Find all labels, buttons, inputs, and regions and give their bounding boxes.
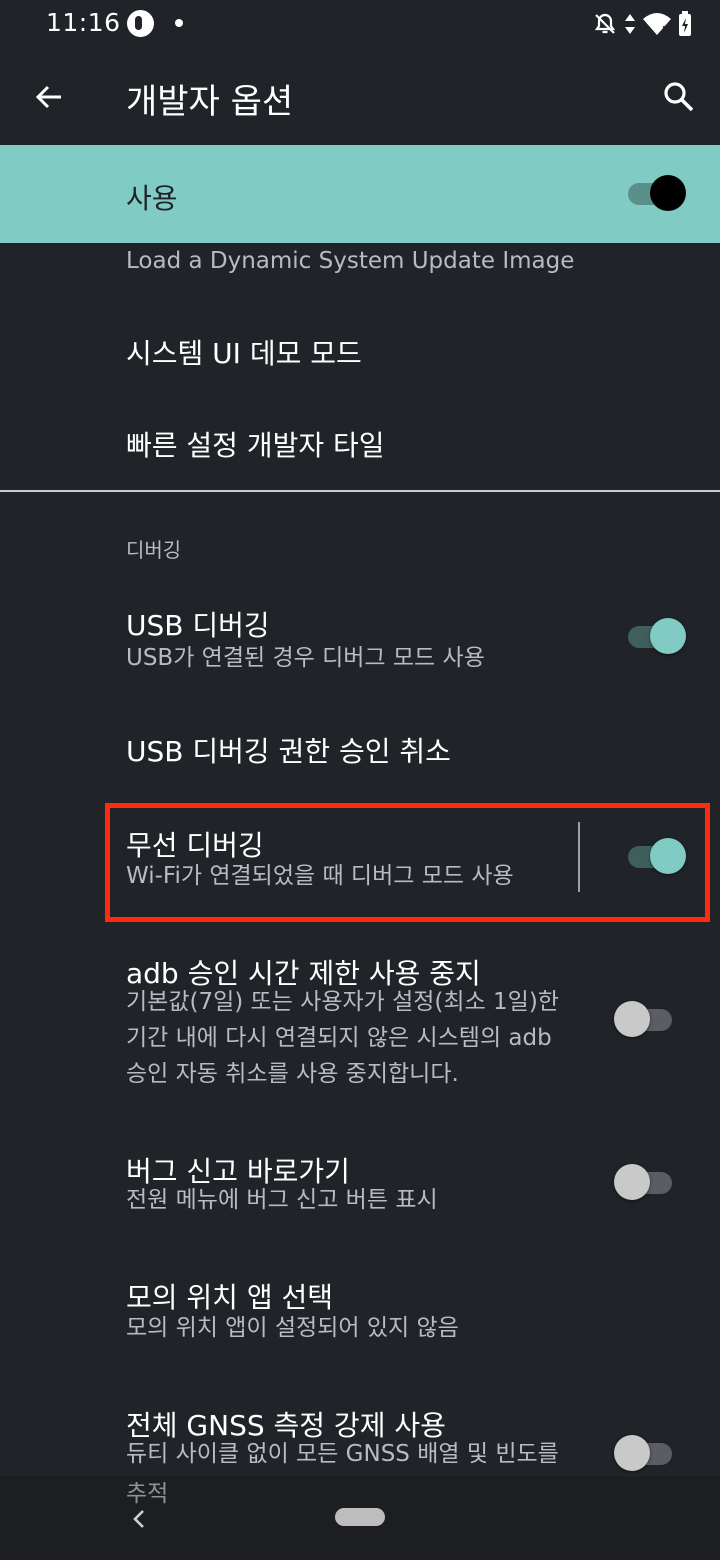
item-subtitle-line-3: 승인 자동 취소를 사용 중지합니다. (126, 1061, 459, 1087)
wireless-debugging-toggle[interactable] (626, 838, 688, 876)
item-subtitle: 모의 위치 앱이 설정되어 있지 않음 (126, 1315, 459, 1341)
toggle-thumb (650, 838, 686, 874)
adb-timeout-toggle[interactable] (614, 1001, 676, 1039)
master-switch-label: 사용 (126, 182, 178, 215)
list-item-mock-location-app[interactable]: 모의 위치 앱 선택 모의 위치 앱이 설정되어 있지 않음 (0, 1266, 720, 1366)
list-item-force-full-gnss[interactable]: 전체 GNSS 측정 강제 사용 듀티 사이클 없이 모든 GNSS 배열 및 … (0, 1392, 720, 1476)
status-icons: 5 (592, 10, 692, 38)
item-subtitle: USB가 연결된 경우 디버그 모드 사용 (126, 645, 485, 671)
arrow-back-icon (35, 85, 61, 109)
item-subtitle-peek: 추적 (126, 1481, 169, 1507)
list-item-dsu-loader[interactable]: Load a Dynamic System Update Image (0, 243, 720, 283)
item-subtitle-line-2: 기간 내에 다시 연결되지 않은 시스템의 adb (126, 1025, 552, 1051)
navigation-bar (0, 1476, 720, 1560)
list-item-revoke-usb-debugging[interactable]: USB 디버깅 권한 승인 취소 (0, 700, 720, 796)
list-item-adb-authorization-timeout[interactable]: adb 승인 시간 제한 사용 중지 기본값(7일) 또는 사용자가 설정(최소… (0, 940, 720, 1100)
section-header-debugging: 디버깅 (126, 538, 182, 562)
developer-options-master-switch-bar[interactable]: 사용 (0, 145, 720, 243)
home-pill-icon[interactable] (335, 1508, 385, 1526)
wifi-icon: 5 (643, 13, 671, 36)
list-item-wireless-debugging[interactable]: 무선 디버깅 Wi-Fi가 연결되었을 때 디버그 모드 사용 (0, 810, 720, 908)
list-item-system-ui-demo-mode[interactable]: 시스템 UI 데모 모드 (0, 300, 720, 396)
screen: 11:16 5 개발자 옵션 사용 Load a Dynamic System … (0, 0, 720, 1560)
list-item-quick-settings-tiles[interactable]: 빠른 설정 개발자 타일 (0, 396, 720, 488)
item-subtitle: Wi-Fi가 연결되었을 때 디버그 모드 사용 (126, 863, 514, 889)
item-subtitle: Load a Dynamic System Update Image (126, 248, 575, 274)
item-title: 빠른 설정 개발자 타일 (126, 429, 385, 462)
app-notification-icon (127, 10, 154, 37)
vertical-separator (578, 822, 580, 892)
dot-icon (175, 19, 183, 27)
item-subtitle-line-1: 기본값(7일) 또는 사용자가 설정(최소 1일)한 (126, 989, 559, 1015)
item-subtitle: 전원 메뉴에 버그 신고 버튼 표시 (126, 1187, 438, 1213)
signal-label: 5 (662, 25, 668, 36)
back-button[interactable] (22, 70, 76, 124)
toggle-thumb (614, 1001, 650, 1037)
master-toggle[interactable] (626, 175, 688, 213)
list-item-usb-debugging[interactable]: USB 디버깅 USB가 연결된 경우 디버그 모드 사용 (0, 590, 720, 690)
search-icon (664, 82, 694, 112)
status-time: 11:16 (46, 8, 121, 37)
toggle-thumb (650, 175, 686, 211)
item-title: USB 디버깅 권한 승인 취소 (126, 735, 451, 768)
toggle-thumb (650, 618, 686, 654)
item-title: USB 디버깅 (126, 609, 270, 642)
data-arrows-icon (625, 14, 635, 34)
item-subtitle: 듀티 사이클 없이 모든 GNSS 배열 및 빈도를 (126, 1441, 559, 1467)
search-button[interactable] (652, 70, 706, 124)
usb-debugging-toggle[interactable] (626, 618, 688, 656)
list-item-bug-report-shortcut[interactable]: 버그 신고 바로가기 전원 메뉴에 버그 신고 버튼 표시 (0, 1140, 720, 1240)
page-title: 개발자 옵션 (126, 82, 294, 122)
app-bar: 개발자 옵션 (0, 48, 720, 144)
divider (0, 490, 720, 492)
bug-report-toggle[interactable] (614, 1164, 676, 1202)
toggle-thumb (614, 1435, 650, 1471)
nav-back-icon (133, 1510, 144, 1528)
dnd-off-icon (594, 13, 616, 34)
toggle-thumb (614, 1164, 650, 1200)
force-gnss-toggle[interactable] (614, 1435, 676, 1473)
item-title: 시스템 UI 데모 모드 (126, 337, 362, 370)
status-bar: 11:16 5 (0, 0, 720, 48)
battery-icon (679, 11, 691, 36)
